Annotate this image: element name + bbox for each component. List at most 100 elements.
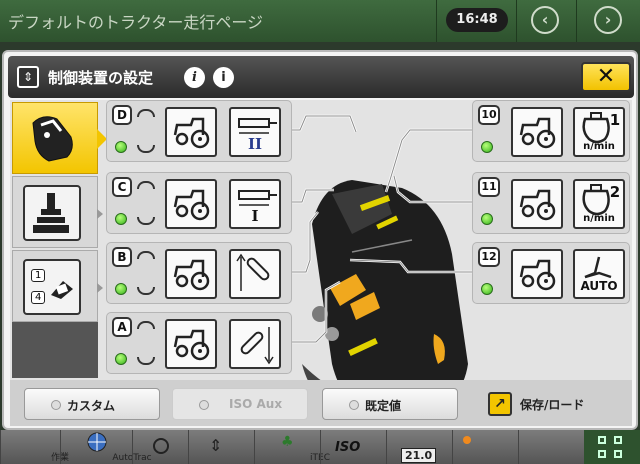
tractor-button[interactable] [511, 107, 563, 157]
status-led [115, 353, 127, 365]
function-unit: n/min [583, 141, 615, 152]
tractor-icon [519, 117, 556, 149]
status-led [115, 213, 127, 225]
tab-pointer [97, 209, 103, 219]
fingertip-tab[interactable]: 1 4 [12, 250, 103, 322]
function-label: 1 [609, 111, 621, 129]
clock: 16:48 [446, 8, 508, 32]
bottom-item-work[interactable]: 作業 [0, 430, 69, 464]
hitch-cylinder-ii-button[interactable]: II [229, 107, 281, 157]
loader-arm-down-button[interactable] [229, 319, 281, 369]
hitch-cylinder-i-button[interactable]: I [229, 179, 281, 229]
save-load-icon: ↗ [488, 392, 512, 416]
iso-aux-button[interactable]: ISO Aux [172, 388, 308, 420]
gauge-icon [463, 436, 471, 444]
info-detail-icon[interactable]: i [213, 67, 234, 88]
tractor-button[interactable] [165, 249, 217, 299]
radio-indicator [51, 400, 61, 410]
close-button[interactable]: ✕ [581, 62, 631, 92]
top-bar: デフォルトのトラクター走行ページ 16:48 ‹ › [0, 0, 640, 42]
valve-id-badge: B [112, 247, 132, 267]
direction-up-icon [137, 109, 155, 117]
valve-row-b: B [106, 242, 292, 304]
radio-indicator [199, 400, 209, 410]
valve-row-11: 11 2 n/min [472, 172, 630, 234]
bottom-item-gauge-2[interactable] [518, 430, 584, 464]
tab-pointer [97, 283, 103, 293]
grid-icon [598, 436, 606, 444]
tractor-button[interactable] [165, 319, 217, 369]
right-arrow-circle-icon[interactable]: › [594, 6, 622, 34]
dialog-title: 制御装置の設定 [48, 69, 154, 87]
bottom-item-iso[interactable]: ISO [320, 430, 386, 464]
info-icon[interactable]: i [184, 67, 205, 88]
iso-icon: ISO [335, 440, 361, 455]
valve-row-c: C I [106, 172, 292, 234]
control-settings-icon: ⇕ [17, 66, 39, 88]
tractor-button[interactable] [165, 179, 217, 229]
tractor-button[interactable] [165, 107, 217, 157]
steering-icon [153, 438, 169, 454]
function-label: 2 [609, 183, 621, 201]
function-label: II [247, 135, 263, 153]
custom-button[interactable]: カスタム [24, 388, 160, 420]
tractor-button[interactable] [511, 249, 563, 299]
dialog-footer: カスタム ISO Aux 既定値 ↗ 保存/ロード [10, 380, 632, 426]
tractor-icon [519, 259, 556, 291]
valve-id-badge: 11 [478, 177, 500, 197]
left-tabs-filler [12, 322, 98, 378]
direction-down-icon [137, 217, 155, 225]
status-led [115, 141, 127, 153]
loader-arm-up-button[interactable] [229, 249, 281, 299]
joystick-tab[interactable] [12, 102, 107, 174]
engine-speed-2-button[interactable]: 2 n/min [573, 179, 625, 229]
itec-icon: ♣ [281, 434, 294, 450]
bottom-bar: 作業 AutoTrac ⇕ ♣ iTEC ISO 21.0 [0, 430, 640, 464]
grid-icon [598, 450, 606, 458]
valve-row-a: A [106, 312, 292, 374]
bottom-item-gauge[interactable] [452, 430, 518, 464]
grid-icon [614, 436, 622, 444]
valve-id-badge: 10 [478, 105, 500, 125]
valve-id-badge: 12 [478, 247, 500, 267]
grid-icon [614, 450, 622, 458]
direction-down-icon [137, 357, 155, 365]
direction-up-icon [137, 321, 155, 329]
tractor-icon [173, 329, 210, 361]
tractor-button[interactable] [511, 179, 563, 229]
direction-down-icon [137, 287, 155, 295]
speed-readout: 21.0 [401, 448, 437, 463]
fingertip-control-icon: 1 4 [23, 259, 81, 315]
left-arrow-circle-icon[interactable]: ‹ [531, 6, 559, 34]
function-label: I [251, 207, 259, 225]
status-led [115, 283, 127, 295]
dialog-content: 1 4 D II C I B A 10 1 n/min 11 2 n/min 1… [10, 100, 632, 420]
bottom-item-itec[interactable]: ♣ iTEC [254, 430, 330, 464]
save-load-button[interactable]: ↗ 保存/ロード [480, 388, 624, 420]
top-divider [576, 0, 577, 42]
implement-icon: ⇕ [209, 436, 223, 455]
tractor-icon [519, 189, 556, 221]
page-title: デフォルトのトラクター走行ページ [8, 13, 264, 32]
apps-grid-button[interactable] [584, 430, 640, 464]
engine-speed-1-button[interactable]: 1 n/min [573, 107, 625, 157]
lever-icon [23, 185, 81, 241]
loader-arm-up-icon [236, 253, 270, 291]
status-led [481, 283, 493, 295]
valve-id-badge: D [112, 105, 132, 125]
valve-row-12: 12 AUTO [472, 242, 630, 304]
bottom-item-steering[interactable] [132, 430, 188, 464]
bottom-item-speed[interactable]: 21.0 [386, 430, 452, 464]
lever-tab[interactable] [12, 176, 103, 248]
valve-id-badge: C [112, 177, 132, 197]
loader-arm-down-icon [240, 327, 274, 365]
auto-button[interactable]: AUTO [573, 249, 625, 299]
tractor-icon [173, 189, 210, 221]
direction-up-icon [137, 251, 155, 259]
tractor-icon [173, 117, 210, 149]
bottom-item-autotrac[interactable]: AutoTrac [60, 430, 152, 464]
default-button[interactable]: 既定値 [322, 388, 458, 420]
valve-row-10: 10 1 n/min [472, 100, 630, 162]
top-divider [516, 0, 517, 42]
bottom-item-implement[interactable]: ⇕ [188, 430, 254, 464]
